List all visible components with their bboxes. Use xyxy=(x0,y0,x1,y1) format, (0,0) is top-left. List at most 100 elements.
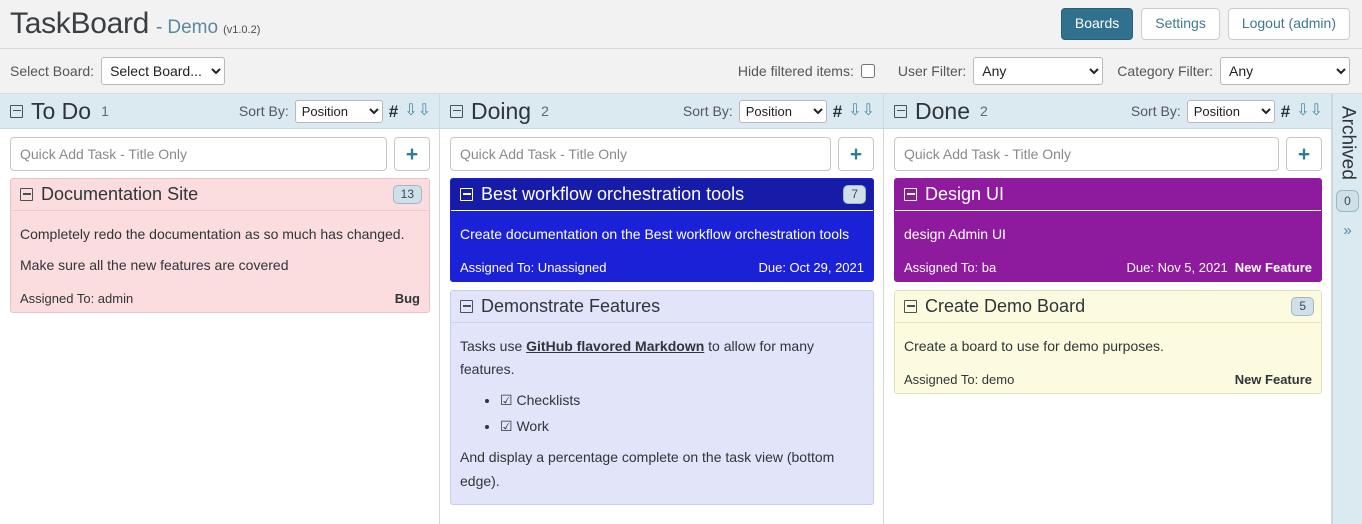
brand: TaskBoard - Demo (v1.0.2) xyxy=(10,7,260,41)
archived-count-badge: 0 xyxy=(1336,189,1359,212)
column-header-to-do: To Do 1 Sort By: Position # ⇩⇩ xyxy=(0,94,439,129)
app-version: (v1.0.2) xyxy=(223,24,261,36)
top-header-bar: TaskBoard - Demo (v1.0.2) Boards Setting… xyxy=(0,0,1362,49)
hide-filtered-checkbox[interactable] xyxy=(860,64,875,78)
task-card-header: Documentation Site 13 xyxy=(11,179,429,211)
task-badge: 7 xyxy=(843,184,866,205)
task-card[interactable]: Demonstrate Features Tasks use GitHub fl… xyxy=(450,290,874,505)
task-body-line: Completely redo the documentation as so … xyxy=(20,226,405,242)
task-card[interactable]: Documentation Site 13 Completely redo th… xyxy=(10,178,430,314)
add-task-button[interactable]: + xyxy=(1286,137,1322,171)
task-card-header: Design UI xyxy=(895,179,1321,211)
app-title: TaskBoard xyxy=(10,7,150,40)
task-body: Create documentation on the Best workflo… xyxy=(451,211,873,257)
list-item: ☑ Work xyxy=(500,415,864,438)
checkbox-checked-icon: ☑ xyxy=(500,392,513,409)
task-assignee: Assigned To: Unassigned xyxy=(460,260,607,276)
column-task-count: 1 xyxy=(101,103,109,119)
boards-button[interactable]: Boards xyxy=(1060,8,1134,40)
user-filter-label: User Filter: xyxy=(897,63,967,79)
task-badge: 13 xyxy=(392,184,422,205)
task-body-line: Create a board to use for demo purposes. xyxy=(904,338,1164,355)
category-filter-select[interactable]: Any xyxy=(1220,57,1350,85)
task-category: New Feature xyxy=(1234,260,1312,276)
board-columns: To Do 1 Sort By: Position # ⇩⇩ + Documen… xyxy=(0,94,1362,524)
sort-by-select[interactable]: Position xyxy=(1186,99,1275,123)
task-footer-right: Due: Nov 5, 2021 New Feature xyxy=(1127,260,1313,275)
collapse-icon[interactable] xyxy=(894,104,907,118)
chevron-double-right-icon[interactable]: » xyxy=(1343,222,1351,239)
hide-filtered-label: Hide filtered items: xyxy=(737,63,854,79)
collapse-icon[interactable] xyxy=(460,300,473,314)
sort-by-label: Sort By: xyxy=(1130,103,1181,119)
task-footer-right: Bug xyxy=(395,291,420,306)
archived-label: Archived xyxy=(1337,106,1359,180)
sort-by-select[interactable]: Position xyxy=(294,99,383,123)
quick-add-input[interactable] xyxy=(894,137,1279,171)
filters-group: Hide filtered items: User Filter: Any Ca… xyxy=(738,57,1350,85)
select-board-label: Select Board: xyxy=(10,63,95,79)
collapse-icon[interactable] xyxy=(20,188,33,201)
quick-add-input[interactable] xyxy=(10,137,387,171)
task-card-header: Create Demo Board 5 xyxy=(895,291,1321,324)
number-icon[interactable]: # xyxy=(1281,103,1290,120)
task-body-line: Make sure all the new features are cover… xyxy=(20,257,289,274)
column-header-done: Done 2 Sort By: Position # ⇩⇩ xyxy=(884,94,1331,129)
collapse-icon[interactable] xyxy=(450,104,463,118)
column-title: To Do xyxy=(31,97,92,124)
filter-toolbar: Select Board: Select Board... Hide filte… xyxy=(0,49,1362,94)
list-item: ☑ Checklists xyxy=(500,389,864,412)
task-badge: 5 xyxy=(1291,296,1314,317)
chevron-double-down-icon[interactable]: ⇩⇩ xyxy=(1296,103,1323,119)
add-task-button[interactable]: + xyxy=(838,137,874,171)
intro-text-before-link: Tasks use xyxy=(460,338,527,355)
archived-rail[interactable]: Archived 0 » xyxy=(1332,94,1362,524)
task-body: Create a board to use for demo purposes. xyxy=(895,323,1321,369)
category-filter-label: Category Filter: xyxy=(1117,63,1213,79)
chevron-double-down-icon[interactable]: ⇩⇩ xyxy=(848,103,875,119)
quick-add-to-do: + xyxy=(0,129,439,178)
collapse-icon[interactable] xyxy=(460,188,473,201)
task-card[interactable]: Design UI design Admin UI Assigned To: b… xyxy=(894,178,1322,283)
column-title: Done xyxy=(915,97,970,124)
task-footer: Assigned To: ba Due: Nov 5, 2021 New Fea… xyxy=(895,257,1321,281)
chevron-double-down-icon[interactable]: ⇩⇩ xyxy=(404,103,431,119)
task-category: New Feature xyxy=(1234,372,1312,388)
task-footer: Assigned To: demo New Feature xyxy=(895,369,1321,393)
task-body-line: Create documentation on the Best workflo… xyxy=(460,226,850,242)
task-due-date: Due: Oct 29, 2021 xyxy=(758,260,864,276)
quick-add-input[interactable] xyxy=(450,137,831,171)
board-select[interactable]: Select Board... xyxy=(101,57,226,85)
number-icon[interactable]: # xyxy=(833,103,842,120)
collapse-icon[interactable] xyxy=(904,188,917,201)
task-title: Design UI xyxy=(925,184,1005,204)
sort-by-label: Sort By: xyxy=(682,103,733,119)
task-card[interactable]: Create Demo Board 5 Create a board to us… xyxy=(894,290,1322,395)
task-card[interactable]: Best workflow orchestration tools 7 Crea… xyxy=(450,178,874,283)
number-icon[interactable]: # xyxy=(389,103,398,120)
add-task-button[interactable]: + xyxy=(394,137,430,171)
settings-button[interactable]: Settings xyxy=(1141,8,1220,40)
column-body-to-do: Documentation Site 13 Completely redo th… xyxy=(0,178,439,524)
task-body-line: design Admin UI xyxy=(904,226,1006,242)
task-card-header: Best workflow orchestration tools 7 xyxy=(451,179,873,211)
user-filter-select[interactable]: Any xyxy=(973,57,1104,85)
task-body-scroll-area[interactable]: Tasks use GitHub flavored Markdown to al… xyxy=(451,323,873,504)
task-footer: Assigned To: Unassigned Due: Oct 29, 202… xyxy=(451,257,873,281)
task-closing-paragraph: And display a percentage complete on the… xyxy=(460,449,835,489)
task-checklist: ☑ Checklists ☑ Work xyxy=(460,389,864,438)
task-due-date: Due: Nov 5, 2021 xyxy=(1126,260,1228,276)
task-category: Bug xyxy=(394,291,420,307)
collapse-icon[interactable] xyxy=(904,300,917,314)
sort-by-select[interactable]: Position xyxy=(738,99,827,123)
checklist-label: Checklists xyxy=(516,392,581,409)
collapse-icon[interactable] xyxy=(10,104,23,118)
column-body-doing[interactable]: Best workflow orchestration tools 7 Crea… xyxy=(440,178,883,524)
logout-button[interactable]: Logout (admin) xyxy=(1227,8,1350,40)
column-done: Done 2 Sort By: Position # ⇩⇩ + Design U… xyxy=(884,94,1332,524)
markdown-link[interactable]: GitHub flavored Markdown xyxy=(526,338,704,354)
task-footer-right: Due: Oct 29, 2021 xyxy=(758,260,864,275)
task-footer-right: New Feature xyxy=(1235,372,1312,387)
header-actions: Boards Settings Logout (admin) xyxy=(1060,8,1350,40)
checkbox-checked-icon: ☑ xyxy=(500,418,513,435)
